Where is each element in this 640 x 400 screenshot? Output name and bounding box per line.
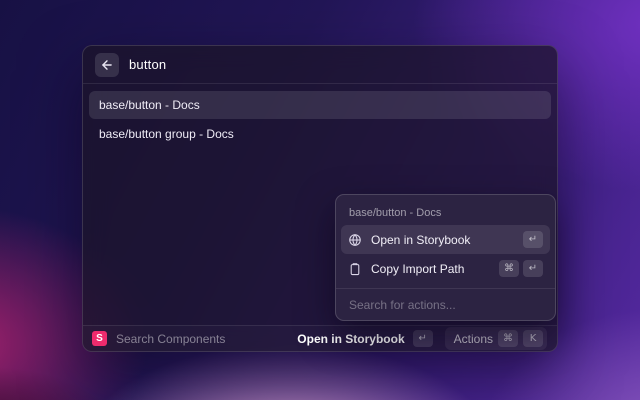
return-key: ↵ — [523, 260, 543, 277]
footer-actions: Open in Storybook ↵ Actions ⌘ K — [297, 327, 547, 350]
command-key: ⌘ — [499, 260, 519, 277]
footer-bar: S Search Components Open in Storybook ↵ … — [83, 325, 557, 351]
return-key: ↵ — [523, 231, 543, 248]
back-button[interactable] — [95, 53, 119, 77]
globe-icon — [348, 233, 362, 247]
action-shortcut: ↵ — [523, 231, 543, 248]
result-row-base-button-docs[interactable]: base/button - Docs — [89, 91, 551, 119]
result-label: base/button group - Docs — [99, 127, 234, 141]
search-components-window: base/button - Docs base/button group - D… — [82, 45, 558, 352]
actions-popup-header: base/button - Docs — [341, 200, 550, 225]
action-copy-import-path[interactable]: Copy Import Path ⌘ ↵ — [341, 254, 550, 283]
result-label: base/button - Docs — [99, 98, 200, 112]
action-shortcut: ⌘ ↵ — [499, 260, 543, 277]
search-bar — [83, 46, 557, 84]
open-in-storybook-button[interactable]: Open in Storybook — [297, 332, 404, 346]
result-row-base-button-group-docs[interactable]: base/button group - Docs — [89, 120, 551, 148]
return-key: ↵ — [413, 330, 433, 347]
actions-menu-label: Actions — [454, 332, 493, 346]
component-search-input[interactable] — [129, 57, 545, 72]
actions-popup: base/button - Docs Open in Storybook ↵ — [335, 194, 556, 321]
k-key: K — [523, 330, 543, 347]
results-list: base/button - Docs base/button group - D… — [83, 84, 557, 155]
actions-search-input[interactable] — [341, 289, 550, 320]
action-open-in-storybook[interactable]: Open in Storybook ↵ — [341, 225, 550, 254]
storybook-logo: S — [92, 331, 107, 346]
arrow-left-icon — [100, 58, 114, 72]
wallpaper: base/button - Docs base/button group - D… — [0, 0, 640, 400]
action-label: Open in Storybook — [371, 233, 470, 247]
action-label: Copy Import Path — [371, 262, 464, 276]
clipboard-icon — [348, 262, 362, 276]
actions-menu-button[interactable]: Actions ⌘ K — [445, 327, 547, 350]
footer-title: Search Components — [116, 332, 225, 346]
command-key: ⌘ — [498, 330, 518, 347]
